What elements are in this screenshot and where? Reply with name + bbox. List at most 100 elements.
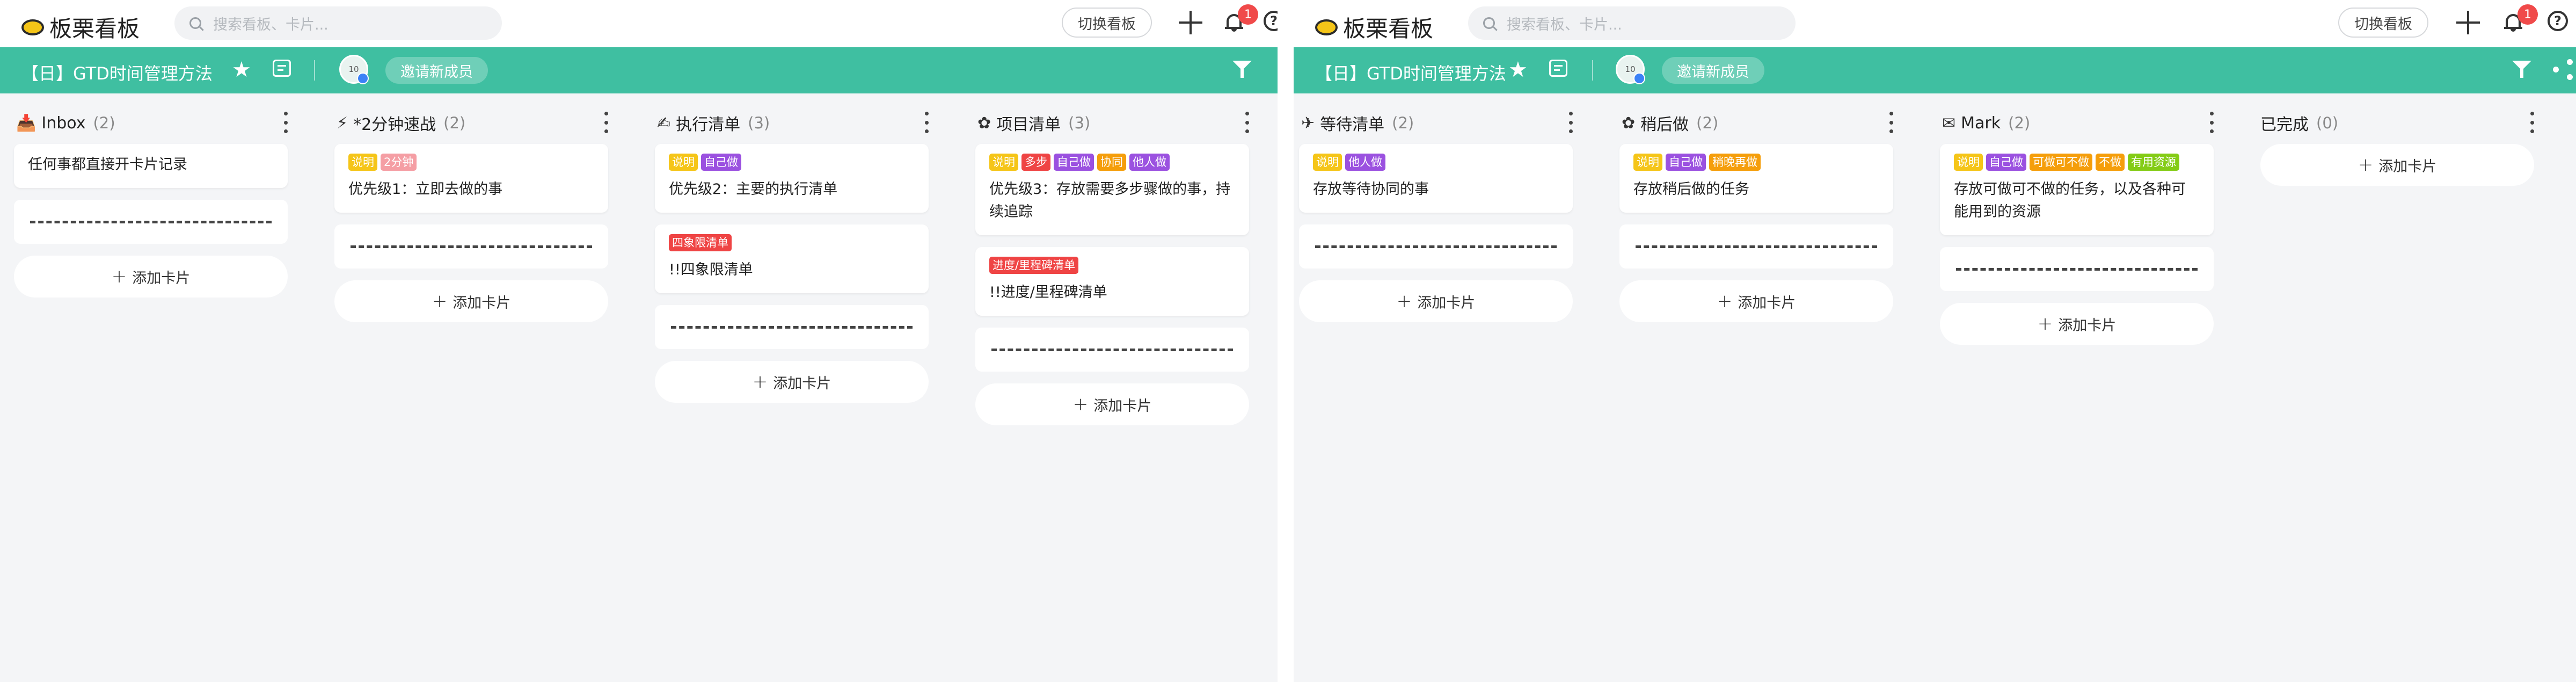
star-icon[interactable]: ★ — [1508, 59, 1528, 81]
search-input[interactable]: 搜索看板、卡片... — [174, 6, 502, 40]
member-avatar[interactable]: 10 — [1616, 55, 1645, 84]
member-avatar[interactable]: 10 — [339, 55, 369, 84]
divider-card[interactable] — [1619, 224, 1893, 269]
add-icon[interactable] — [1179, 11, 1202, 34]
list-card-count: (2) — [2008, 114, 2031, 132]
list-title: 稍后做 — [1640, 115, 1689, 134]
lists-container: ✈ 等待清单 (2) 说明 他人做 存放等待协同的事 + 添加卡片 ✿ 稍后做 (2) 说明 自己做 稍晚… — [1294, 93, 2576, 682]
divider-card[interactable] — [1940, 247, 2214, 291]
add-card-button[interactable]: + 添加卡片 — [1940, 303, 2214, 345]
card-label: 说明 — [348, 154, 377, 171]
filter-icon[interactable] — [2512, 61, 2531, 79]
card-title: 存放可做可不做的任务，以及各种可能用到的资源 — [1954, 181, 2186, 220]
app-logo[interactable]: 板栗看板 — [1315, 11, 1433, 43]
share-icon[interactable] — [2553, 59, 2574, 81]
notification-badge: 1 — [2517, 4, 2538, 25]
card[interactable]: 四象限清单 !!四象限清单 — [655, 224, 929, 293]
list-header[interactable]: ✉ Mark (2) — [1940, 102, 2214, 144]
card-labels: 进度/里程碑清单 — [989, 257, 1235, 274]
card[interactable]: 任何事都直接开卡片记录 — [14, 144, 288, 188]
list-header[interactable]: 📥 Inbox (2) — [14, 102, 288, 144]
list-menu-icon[interactable] — [1245, 112, 1249, 133]
search-placeholder: 搜索看板、卡片... — [213, 16, 329, 33]
card[interactable]: 说明 多步 自己做 协同 他人做 优先级3：存放需要多步骤做的事，持续追踪 — [975, 144, 1249, 235]
filter-icon[interactable] — [1232, 61, 1252, 79]
list-menu-icon[interactable] — [2209, 112, 2214, 133]
board-header: 【日】GTD时间管理方法 ★ 10 邀请新成员 — [1294, 47, 2576, 93]
add-card-button[interactable]: + 添加卡片 — [975, 383, 1249, 425]
list-header[interactable]: 已完成 (0) — [2260, 102, 2534, 144]
search-icon — [189, 17, 201, 29]
card[interactable]: 说明 自己做 可做可不做 不做 有用资源存放可做可不做的任务，以及各种可能用到的资源 — [1940, 144, 2214, 235]
top-bar: 板栗看板 搜索看板、卡片... 切换看板 1 ? — [1294, 0, 2576, 47]
list-menu-icon[interactable] — [2530, 112, 2534, 133]
card[interactable]: 进度/里程碑清单 !!进度/里程碑清单 — [975, 247, 1249, 316]
add-card-button[interactable]: + 添加卡片 — [14, 256, 288, 298]
card-label: 说明 — [1954, 154, 1983, 171]
card-labels: 说明 自己做 可做可不做 不做 有用资源 — [1954, 154, 2200, 171]
divider-card[interactable] — [14, 200, 288, 244]
plus-icon: + — [2037, 313, 2053, 335]
list-column: ✍ 执行清单 (3) 说明 自己做 优先级2：主要的执行清单 四象限清单 !!四象限清单 + 添加… — [655, 102, 929, 403]
app-logo[interactable]: 板栗看板 — [21, 11, 140, 43]
board-title[interactable]: 【日】GTD时间管理方法 — [1315, 60, 1506, 85]
switch-board-button[interactable]: 切换看板 — [1062, 8, 1152, 38]
add-card-button[interactable]: + 添加卡片 — [334, 280, 608, 322]
divider-card[interactable] — [655, 305, 929, 349]
list-card-count: (2) — [93, 114, 115, 132]
board-info-icon[interactable] — [273, 60, 291, 77]
divider-card[interactable] — [334, 224, 608, 269]
divider-card[interactable] — [1299, 224, 1573, 269]
card-label: 四象限清单 — [669, 234, 732, 251]
card-label: 自己做 — [1986, 154, 2026, 171]
add-icon[interactable] — [2456, 11, 2480, 34]
list-column: ✿ 项目清单 (3) 说明 多步 自己做 协同 他人做 优先级3：存放需要多步骤做的事，持续追踪… — [975, 102, 1249, 425]
help-icon[interactable]: ? — [2548, 11, 2568, 31]
list-title: 项目清单 — [996, 115, 1061, 134]
card-label: 说明 — [1633, 154, 1662, 171]
card-labels: 说明 自己做 稍晚再做 — [1633, 154, 1879, 171]
plus-icon: + — [432, 291, 448, 312]
add-card-button[interactable]: + 添加卡片 — [1299, 280, 1573, 322]
list-header[interactable]: ✈ 等待清单 (2) — [1299, 102, 1573, 144]
card[interactable]: 说明 自己做 优先级2：主要的执行清单 — [655, 144, 929, 213]
list-menu-icon[interactable] — [604, 112, 608, 133]
list-column: 📥 Inbox (2) 任何事都直接开卡片记录 + 添加卡片 — [14, 102, 288, 298]
card[interactable]: 说明 他人做 存放等待协同的事 — [1299, 144, 1573, 213]
list-menu-icon[interactable] — [924, 112, 929, 133]
list-header[interactable]: ✿ 项目清单 (3) — [975, 102, 1249, 144]
card[interactable]: 说明 2分钟 优先级1：立即去做的事 — [334, 144, 608, 213]
card-title: 任何事都直接开卡片记录 — [28, 156, 187, 173]
plus-icon: + — [111, 266, 127, 287]
invite-member-button[interactable]: 邀请新成员 — [1662, 57, 1764, 84]
add-card-label: 添加卡片 — [2058, 317, 2117, 334]
switch-board-button[interactable]: 切换看板 — [2338, 8, 2428, 38]
card-title: 优先级1：立即去做的事 — [348, 181, 503, 198]
list-menu-icon[interactable] — [1889, 112, 1893, 133]
add-card-button[interactable]: + 添加卡片 — [1619, 280, 1893, 322]
divider-card[interactable] — [975, 328, 1249, 372]
list-title: Mark — [1961, 113, 2001, 133]
star-icon[interactable]: ★ — [232, 59, 251, 81]
board-panel-left: 板栗看板 搜索看板、卡片... 切换看板 1 ? 【日】GTD时间管理方法 ★ … — [0, 0, 1278, 682]
list-title: Inbox — [41, 113, 86, 133]
card-title: 优先级2：主要的执行清单 — [669, 181, 838, 198]
list-header[interactable]: ✿ 稍后做 (2) — [1619, 102, 1893, 144]
list-header[interactable]: ⚡ *2分钟速战 (2) — [334, 102, 608, 144]
card-label: 自己做 — [1054, 154, 1094, 171]
card-label: 不做 — [2096, 154, 2125, 171]
list-menu-icon[interactable] — [283, 112, 288, 133]
app-name: 板栗看板 — [49, 16, 140, 42]
add-card-button[interactable]: + 添加卡片 — [2260, 144, 2534, 186]
plus-icon: + — [752, 371, 768, 393]
search-input[interactable]: 搜索看板、卡片... — [1468, 6, 1796, 40]
invite-member-button[interactable]: 邀请新成员 — [385, 57, 488, 84]
board-info-icon[interactable] — [1549, 60, 1567, 77]
list-header[interactable]: ✍ 执行清单 (3) — [655, 102, 929, 144]
board-title[interactable]: 【日】GTD时间管理方法 — [21, 60, 213, 85]
add-card-button[interactable]: + 添加卡片 — [655, 361, 929, 403]
help-icon[interactable]: ? — [1264, 11, 1278, 31]
card[interactable]: 说明 自己做 稍晚再做 存放稍后做的任务 — [1619, 144, 1893, 213]
list-column: ⚡ *2分钟速战 (2) 说明 2分钟 优先级1：立即去做的事 + 添加卡片 — [334, 102, 608, 322]
list-menu-icon[interactable] — [1568, 112, 1573, 133]
